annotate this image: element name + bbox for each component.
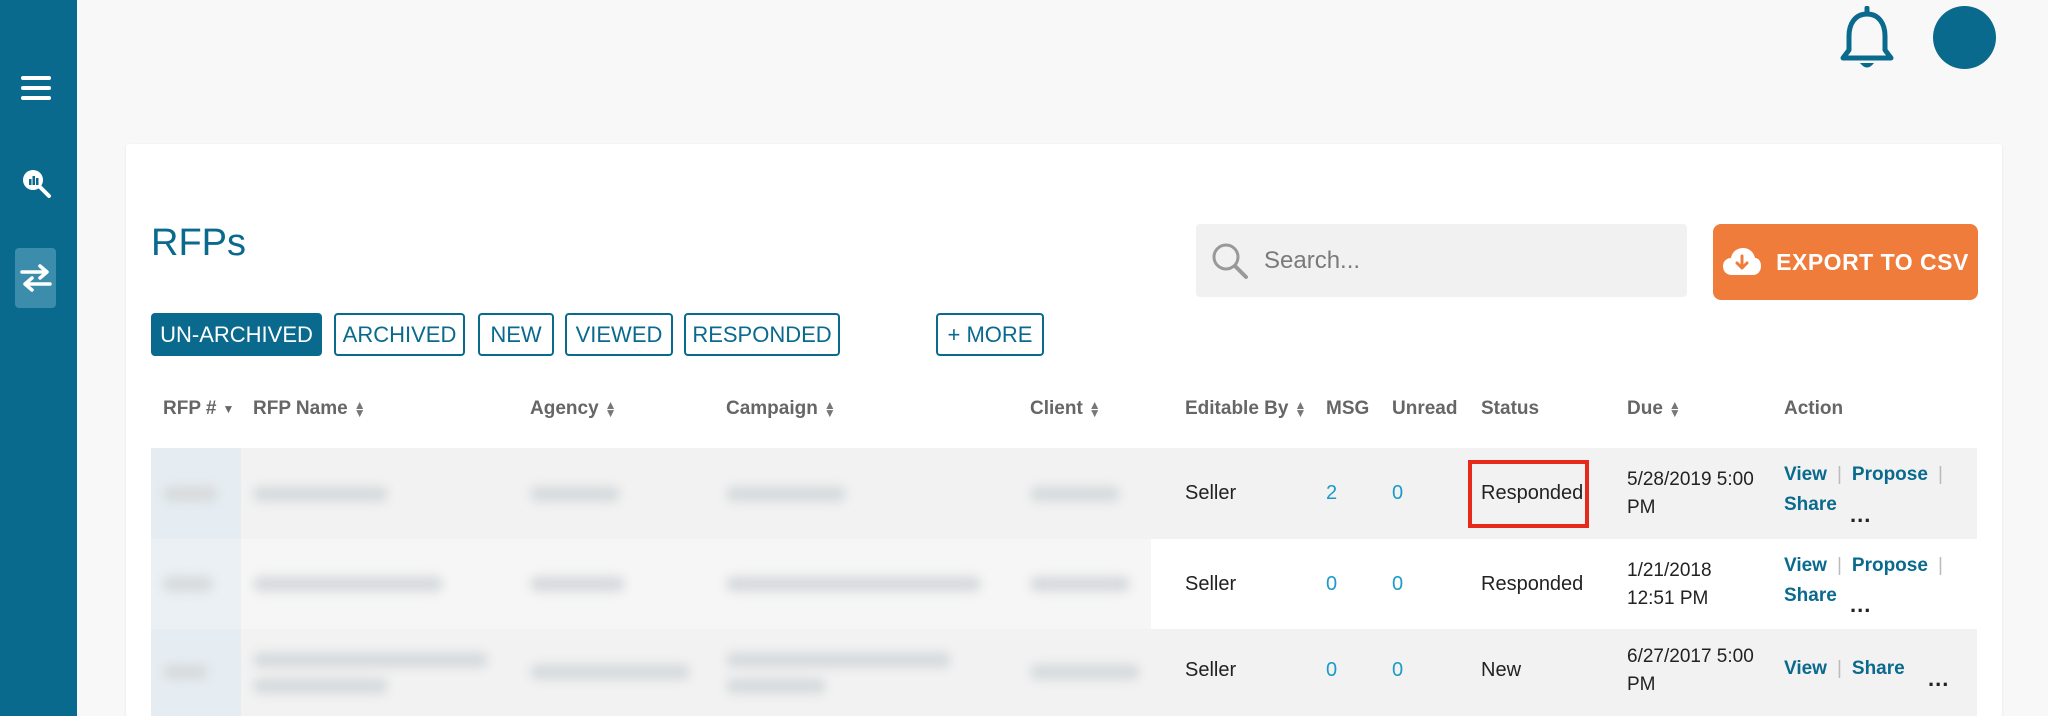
cloud-download-icon bbox=[1723, 248, 1762, 275]
due-date: 5/28/2019 5:00 PM bbox=[1627, 469, 1754, 518]
col-client[interactable]: Client ▲ ▼ bbox=[1030, 398, 1101, 420]
export-csv-button[interactable]: EXPORT TO CSV bbox=[1713, 224, 1978, 300]
view-link[interactable]: View bbox=[1784, 658, 1827, 679]
separator: | bbox=[1937, 464, 1943, 485]
view-link[interactable]: View bbox=[1784, 555, 1827, 576]
separator: | bbox=[1836, 464, 1842, 485]
status-text: New bbox=[1481, 659, 1522, 681]
sort-icon: ▲ ▼ bbox=[1668, 398, 1681, 420]
unread-count[interactable]: 0 bbox=[1392, 573, 1403, 596]
sort-icon: ▲ ▼ bbox=[1088, 398, 1101, 420]
hamburger-menu-icon bbox=[20, 76, 51, 100]
status-text: Responded bbox=[1481, 573, 1584, 595]
blurred-rfp-id bbox=[163, 664, 208, 680]
propose-link[interactable]: Propose bbox=[1852, 464, 1928, 485]
due-date: 1/21/2018 12:51 PM bbox=[1627, 560, 1712, 609]
menu-button[interactable] bbox=[15, 58, 56, 118]
filter-viewed[interactable]: VIEWED bbox=[565, 313, 673, 356]
filter-responded[interactable]: RESPONDED bbox=[684, 313, 840, 356]
analytics-search-icon bbox=[22, 170, 51, 198]
search-input[interactable] bbox=[1264, 246, 1664, 275]
blurred-client bbox=[1030, 664, 1140, 680]
col-campaign[interactable]: Campaign ▲ ▼ bbox=[726, 398, 836, 420]
row-actions: View | Share bbox=[1784, 654, 1905, 684]
search-icon bbox=[1212, 243, 1248, 279]
blurred-agency bbox=[530, 576, 625, 592]
blurred-rfp-name bbox=[253, 652, 488, 668]
blurred-rfp-name-line2 bbox=[253, 678, 388, 694]
view-link[interactable]: View bbox=[1784, 464, 1827, 485]
blurred-campaign bbox=[726, 652, 951, 668]
propose-link[interactable]: Propose bbox=[1852, 555, 1928, 576]
col-unread: Unread bbox=[1392, 398, 1458, 419]
sort-icon: ▲ ▼ bbox=[823, 398, 836, 420]
filter-un-archived[interactable]: UN-ARCHIVED bbox=[151, 313, 322, 356]
sort-icon: ▲ ▼ bbox=[353, 398, 366, 420]
col-msg: MSG bbox=[1326, 398, 1370, 419]
blurred-campaign bbox=[726, 486, 846, 502]
blurred-agency bbox=[530, 664, 690, 680]
editable-by: Seller bbox=[1185, 659, 1237, 681]
blurred-rfp-id bbox=[163, 486, 218, 502]
col-editable-by[interactable]: Editable By ▲ ▼ bbox=[1185, 398, 1306, 420]
swap-arrows-icon bbox=[19, 264, 52, 292]
blurred-agency bbox=[530, 486, 620, 502]
share-link[interactable]: Share bbox=[1784, 585, 1837, 606]
col-agency[interactable]: Agency ▲ ▼ bbox=[530, 398, 617, 420]
share-link[interactable]: Share bbox=[1852, 658, 1905, 679]
blurred-rfp-name bbox=[253, 576, 443, 592]
analytics-search-button[interactable] bbox=[15, 153, 56, 213]
search-box bbox=[1196, 224, 1687, 297]
share-link[interactable]: Share bbox=[1784, 494, 1837, 515]
page-title: RFPs bbox=[151, 222, 246, 264]
bell-icon bbox=[1840, 5, 1894, 68]
more-filters-button[interactable]: + MORE bbox=[936, 313, 1044, 356]
editable-by: Seller bbox=[1185, 573, 1237, 595]
blurred-campaign-line2 bbox=[726, 678, 826, 694]
blurred-client bbox=[1030, 486, 1120, 502]
msg-count[interactable]: 0 bbox=[1326, 573, 1337, 596]
filter-archived[interactable]: ARCHIVED bbox=[334, 313, 465, 356]
blurred-campaign bbox=[726, 576, 981, 592]
col-action: Action bbox=[1784, 398, 1844, 419]
msg-count[interactable]: 0 bbox=[1326, 659, 1337, 682]
more-options-button[interactable]: ... bbox=[1850, 592, 1871, 618]
blurred-rfp-name bbox=[253, 486, 388, 502]
msg-count[interactable]: 2 bbox=[1326, 482, 1337, 505]
sort-desc-icon: ▼ bbox=[222, 402, 235, 416]
filter-new[interactable]: NEW bbox=[478, 313, 554, 356]
separator: | bbox=[1937, 555, 1943, 576]
sort-icon: ▲ ▼ bbox=[1294, 398, 1307, 420]
more-options-button[interactable]: ... bbox=[1928, 666, 1949, 692]
more-options-button[interactable]: ... bbox=[1850, 502, 1871, 528]
unread-count[interactable]: 0 bbox=[1392, 659, 1403, 682]
export-label: EXPORT TO CSV bbox=[1776, 248, 1969, 275]
blurred-rfp-id bbox=[163, 576, 213, 592]
user-avatar[interactable] bbox=[1933, 6, 1996, 69]
col-status: Status bbox=[1481, 398, 1540, 419]
due-date: 6/27/2017 5:00 PM bbox=[1627, 646, 1754, 695]
blurred-client bbox=[1030, 576, 1130, 592]
separator: | bbox=[1836, 555, 1842, 576]
sort-icon: ▲ ▼ bbox=[604, 398, 617, 420]
col-rfp-number[interactable]: RFP # ▼ bbox=[163, 398, 234, 420]
col-due[interactable]: Due ▲ ▼ bbox=[1627, 398, 1681, 420]
transfers-button[interactable] bbox=[15, 248, 56, 308]
status-text: Responded bbox=[1481, 482, 1584, 504]
col-rfp-name[interactable]: RFP Name ▲ ▼ bbox=[253, 398, 366, 420]
notifications-button[interactable] bbox=[1838, 5, 1896, 72]
editable-by: Seller bbox=[1185, 482, 1237, 504]
unread-count[interactable]: 0 bbox=[1392, 482, 1403, 505]
sidebar bbox=[0, 0, 77, 716]
separator: | bbox=[1836, 658, 1842, 679]
